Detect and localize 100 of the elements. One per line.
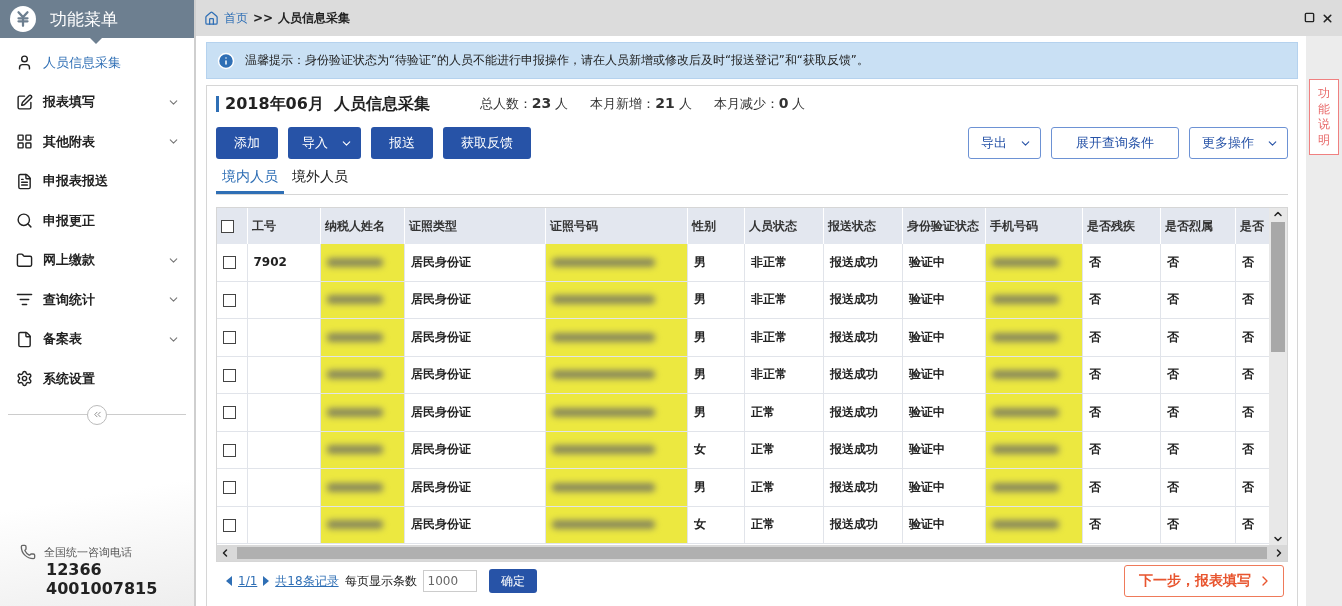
close-icon[interactable]	[1321, 11, 1334, 25]
vertical-scrollbar[interactable]	[1269, 208, 1287, 545]
column-header: 身份验证状态	[902, 208, 985, 244]
toolbar-button[interactable]: 更多操作	[1189, 127, 1288, 159]
notice-text: 温馨提示：身份验证状态为“待验证”的人员不能进行申报操作，请在人员新增或修改后及时“报送登记”和“获取反馈”。	[245, 53, 869, 68]
table-cell: 非正常	[744, 244, 823, 281]
table-cell: 否	[1160, 393, 1235, 431]
confirm-button[interactable]: 确定	[488, 569, 537, 593]
table-cell: 验证中	[902, 431, 985, 469]
next-step-button[interactable]: 下一步，报表填写	[1124, 565, 1284, 597]
toolbar-button[interactable]: 展开查询条件	[1051, 127, 1179, 159]
row-checkbox[interactable]	[223, 256, 236, 270]
row-checkbox[interactable]	[223, 481, 236, 495]
column-header: 人员状态	[744, 208, 823, 244]
menu-item[interactable]: 系统设置	[0, 359, 194, 399]
table-cell: 非正常	[744, 281, 823, 319]
hotline-label: 全国统一咨询电话	[44, 544, 132, 560]
table-cell: 验证中	[902, 244, 985, 281]
breadcrumb-current: 人员信息采集	[278, 9, 351, 27]
table-cell: 女	[687, 431, 744, 469]
table-cell: 居民身份证	[404, 356, 545, 394]
table-cell: 否	[1082, 318, 1160, 356]
menu-item[interactable]: 报表填写	[0, 82, 194, 122]
table-cell: 否	[1160, 244, 1235, 281]
menu-item[interactable]: 备案表	[0, 319, 194, 359]
stat-text: 本月减少：0 人	[713, 95, 806, 113]
column-header: 是否	[1235, 208, 1269, 244]
menu-item[interactable]: 网上缴款	[0, 240, 194, 280]
table-cell: 否	[1160, 318, 1235, 356]
table-cell: 否	[1082, 468, 1160, 506]
info-icon	[217, 51, 235, 70]
table-cell: 否	[1160, 468, 1235, 506]
column-header: 报送状态	[823, 208, 902, 244]
edit-icon	[16, 93, 33, 111]
table-cell: 验证中	[902, 506, 985, 544]
toolbar-button[interactable]: 添加	[216, 127, 278, 159]
row-checkbox[interactable]	[223, 443, 236, 457]
menu-item[interactable]: 人员信息采集	[0, 43, 194, 83]
menu-item[interactable]: 申报表报送	[0, 161, 194, 201]
breadcrumb-separator: >>	[253, 11, 274, 25]
table-cell: 男	[687, 318, 744, 356]
folder-icon	[16, 251, 33, 269]
table-cell: 否	[1160, 431, 1235, 469]
hotline-number: 12366	[46, 560, 103, 579]
toolbar-button[interactable]: 报送	[371, 127, 433, 159]
next-page-icon[interactable]	[263, 576, 270, 586]
table-cell: 报送成功	[823, 356, 902, 394]
table-cell: 7902	[247, 244, 320, 281]
column-header: 证照号码	[545, 208, 687, 244]
table-cell: 验证中	[902, 393, 985, 431]
table-cell: 否	[1160, 506, 1235, 544]
home-icon	[204, 10, 219, 26]
search-icon	[16, 212, 33, 230]
table-cell: 居民身份证	[404, 393, 545, 431]
tab[interactable]: 境外人员	[286, 168, 354, 194]
stat-text: 总人数：23 人	[479, 95, 569, 113]
person-icon	[16, 54, 33, 72]
select-all-checkbox[interactable]	[221, 220, 234, 233]
table-cell: 否	[1082, 393, 1160, 431]
horizontal-scrollbar[interactable]	[217, 545, 1287, 561]
toolbar-button[interactable]: 获取反馈	[443, 127, 531, 159]
column-header: 工号	[247, 208, 320, 244]
menu-title: 功能菜单	[50, 7, 118, 31]
toolbar-button[interactable]: 导入	[288, 127, 361, 159]
tab[interactable]: 境内人员	[216, 168, 284, 194]
row-checkbox[interactable]	[223, 293, 236, 307]
row-checkbox[interactable]	[223, 518, 236, 532]
maximize-icon[interactable]	[1304, 11, 1315, 23]
table-cell: 报送成功	[823, 506, 902, 544]
column-header: 是否残疾	[1082, 208, 1160, 244]
menu-item[interactable]: 查询统计	[0, 280, 194, 320]
row-checkbox[interactable]	[223, 368, 236, 382]
previous-page-icon[interactable]	[226, 576, 232, 586]
title-marker	[216, 96, 219, 112]
phone-icon	[20, 544, 36, 560]
table-cell: 否	[1082, 244, 1160, 281]
row-checkbox[interactable]	[223, 331, 236, 345]
grid-icon	[16, 133, 33, 151]
document-icon	[16, 172, 33, 190]
page-link[interactable]: 1/1	[238, 574, 258, 588]
table-cell: 否	[1235, 244, 1269, 281]
table-cell: 女	[687, 506, 744, 544]
menu-item[interactable]: 申报更正	[0, 201, 194, 241]
settings-icon	[16, 370, 33, 388]
table-cell: 否	[1082, 506, 1160, 544]
row-checkbox[interactable]	[223, 406, 236, 420]
home-link[interactable]: 首页	[224, 9, 248, 27]
table-cell: 否	[1160, 356, 1235, 394]
table-cell: 正常	[744, 393, 823, 431]
page-title: 人员信息采集	[333, 93, 430, 115]
table-cell: 验证中	[902, 318, 985, 356]
page-size-field[interactable]: 1000	[422, 570, 477, 592]
table-cell: 男	[687, 468, 744, 506]
toolbar-button[interactable]: 导出	[968, 127, 1041, 159]
table-cell: 验证中	[902, 356, 985, 394]
table-cell: 居民身份证	[404, 318, 545, 356]
menu-item[interactable]: 其他附表	[0, 122, 194, 162]
record-count-link[interactable]: 共18条记录	[275, 572, 339, 590]
table-cell: 非正常	[744, 356, 823, 394]
column-header: 是否烈属	[1160, 208, 1235, 244]
